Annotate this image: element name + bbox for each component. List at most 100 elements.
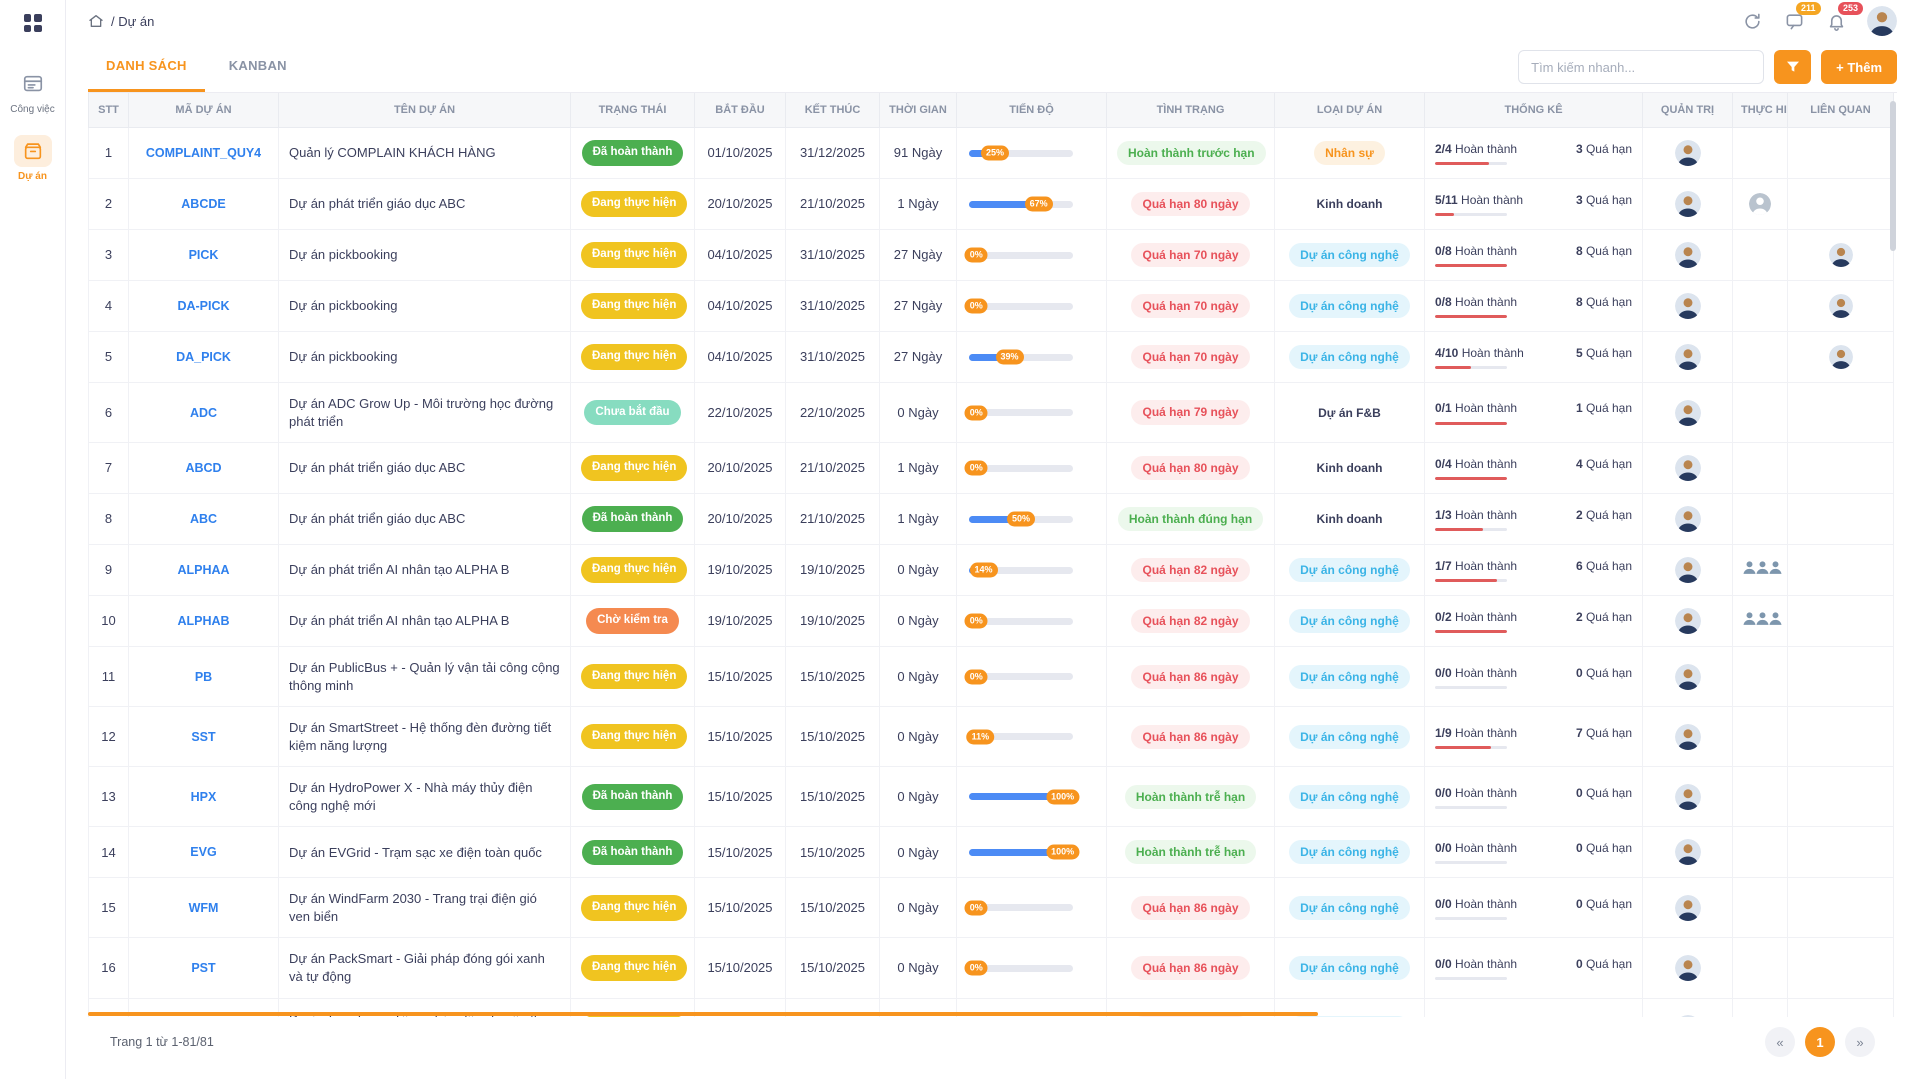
condition-badge: Quá hạn 80 ngày	[1131, 456, 1249, 480]
column-header[interactable]: MÃ DỰ ÁN	[129, 93, 279, 128]
cell-project-name: Dự án PublicBus + - Quản lý vận tải công…	[279, 647, 571, 707]
column-header[interactable]: LIÊN QUAN	[1788, 93, 1894, 128]
tab-bar: DANH SÁCH KANBAN + Thêm	[88, 42, 1897, 92]
cell-start-date: 15/10/2025	[695, 707, 786, 767]
column-header[interactable]: TRẠNG THÁI	[571, 93, 695, 128]
table-row[interactable]: 8ABCDự án phát triển giáo dục ABCĐã hoàn…	[89, 494, 1894, 545]
stats-progress-bar	[1435, 746, 1507, 749]
condition-badge: Quá hạn 79 ngày	[1131, 400, 1249, 424]
refresh-icon[interactable]	[1741, 10, 1763, 32]
cell-start-date: 20/10/2025	[695, 179, 786, 230]
column-header[interactable]: TÌNH TRẠNG	[1107, 93, 1275, 128]
home-icon[interactable]	[88, 13, 104, 29]
condition-badge: Hoàn thành đúng hạn	[1118, 507, 1263, 531]
table-row[interactable]: 6ADCDự án ADC Grow Up - Môi trường học đ…	[89, 383, 1894, 443]
tab-kanban[interactable]: KANBAN	[211, 42, 305, 92]
table-row[interactable]: 4DA-PICKDự án pickbookingĐang thực hiện0…	[89, 281, 1894, 332]
project-code-link[interactable]: PST	[191, 961, 215, 975]
cell-project-name: Quản lý COMPLAIN KHÁCH HÀNG	[279, 128, 571, 179]
column-header[interactable]: QUẢN TRỊ	[1643, 93, 1733, 128]
project-code-link[interactable]: PICK	[189, 248, 219, 262]
table-row[interactable]: 5DA_PICKDự án pickbookingĐang thực hiện0…	[89, 332, 1894, 383]
manager-avatar	[1675, 140, 1701, 166]
column-header[interactable]: STT	[89, 93, 129, 128]
table-row[interactable]: 7ABCDDự án phát triển giáo dục ABCĐang t…	[89, 443, 1894, 494]
cell-project-name: Dự án pickbooking	[279, 332, 571, 383]
project-code-link[interactable]: DA-PICK	[177, 299, 229, 313]
stats-overdue: 7 Quá hạn	[1576, 725, 1632, 741]
column-header[interactable]: THỜI GIAN	[880, 93, 957, 128]
project-code-link[interactable]: SST	[191, 730, 215, 744]
column-header[interactable]: BẮT ĐẦU	[695, 93, 786, 128]
project-code-link[interactable]: ALPHAB	[177, 614, 229, 628]
stats-overdue: 3 Quá hạn	[1576, 141, 1632, 157]
apps-grid-icon[interactable]	[24, 14, 42, 32]
project-code-link[interactable]: ADC	[190, 406, 217, 420]
table-row[interactable]: 16PSTDự án PackSmart - Giải pháp đóng gó…	[89, 938, 1894, 998]
stats-progress-bar	[1435, 917, 1507, 920]
progress-bar: 0%	[969, 252, 1073, 259]
add-button[interactable]: + Thêm	[1821, 50, 1897, 84]
project-code-link[interactable]: WFM	[189, 901, 219, 915]
project-code-link[interactable]: ABCDE	[181, 197, 225, 211]
executor-group-icon	[1743, 610, 1782, 627]
progress-bar: 0%	[969, 965, 1073, 972]
cell-end-date: 15/10/2025	[786, 938, 880, 998]
projects-table: STTMÃ DỰ ÁNTÊN DỰ ÁNTRẠNG THÁIBẮT ĐẦUKẾT…	[88, 93, 1894, 1017]
cell-end-date: 31/10/2025	[786, 332, 880, 383]
status-badge: Đang thực hiện	[581, 344, 687, 370]
table-row[interactable]: 13HPXDự án HydroPower X - Nhà máy thủy đ…	[89, 767, 1894, 827]
project-code-link[interactable]: EVG	[190, 845, 216, 859]
project-code-link[interactable]: HPX	[191, 790, 217, 804]
notification-bell-icon[interactable]: 253	[1825, 10, 1847, 32]
tab-danh-sach[interactable]: DANH SÁCH	[88, 42, 205, 92]
message-icon[interactable]: 211	[1783, 10, 1805, 32]
project-code-link[interactable]: DA_PICK	[176, 350, 231, 364]
cell-stt: 1	[89, 128, 129, 179]
stats-done: 0/0 Hoàn thành	[1435, 840, 1517, 856]
cell-end-date: 21/10/2025	[786, 494, 880, 545]
project-code-link[interactable]: ALPHAA	[177, 563, 229, 577]
project-code-link[interactable]: COMPLAINT_QUY4	[146, 146, 261, 160]
column-header[interactable]: TIẾN ĐỘ	[957, 93, 1107, 128]
table-row[interactable]: 9ALPHAADự án phát triển AI nhân tạo ALPH…	[89, 545, 1894, 596]
table-row[interactable]: 3PICKDự án pickbookingĐang thực hiện04/1…	[89, 230, 1894, 281]
prev-page-button[interactable]: «	[1765, 1027, 1795, 1057]
user-avatar[interactable]	[1867, 6, 1897, 36]
progress-bar: 0%	[969, 303, 1073, 310]
project-code-link[interactable]: ABCD	[185, 461, 221, 475]
stats-overdue: 2 Quá hạn	[1576, 507, 1632, 523]
search-input[interactable]	[1518, 50, 1764, 84]
cell-stt: 3	[89, 230, 129, 281]
sidebar-item-du-an[interactable]: Dự án	[0, 135, 65, 182]
table-row[interactable]: 14EVGDự án EVGrid - Trạm sạc xe điện toà…	[89, 827, 1894, 878]
sidebar-item-cong-viec[interactable]: Công việc	[0, 68, 65, 115]
next-page-button[interactable]: »	[1845, 1027, 1875, 1057]
page-1-button[interactable]: 1	[1805, 1027, 1835, 1057]
progress-bar: 14%	[969, 567, 1073, 574]
column-header[interactable]: TÊN DỰ ÁN	[279, 93, 571, 128]
project-code-link[interactable]: PB	[195, 670, 212, 684]
table-row[interactable]: 10ALPHABDự án phát triển AI nhân tạo ALP…	[89, 596, 1894, 647]
manager-avatar	[1675, 293, 1701, 319]
horizontal-scrollbar[interactable]	[88, 1012, 1318, 1016]
vertical-scrollbar[interactable]	[1890, 101, 1896, 251]
manager-avatar	[1675, 191, 1701, 217]
column-header[interactable]: THỰC HIỆN	[1733, 93, 1788, 128]
cell-duration: 0 Ngày	[880, 647, 957, 707]
status-badge: Đang thực hiện	[581, 242, 687, 268]
sidebar-item-label: Dự án	[18, 171, 47, 182]
table-row[interactable]: 11PBDự án PublicBus + - Quản lý vận tải …	[89, 647, 1894, 707]
stats-overdue: 8 Quá hạn	[1576, 243, 1632, 259]
column-header[interactable]: LOẠI DỰ ÁN	[1275, 93, 1425, 128]
column-header[interactable]: THỐNG KÊ	[1425, 93, 1643, 128]
column-header[interactable]: KẾT THÚC	[786, 93, 880, 128]
table-row[interactable]: 2ABCDEDự án phát triển giáo dục ABCĐang …	[89, 179, 1894, 230]
table-row[interactable]: 1 COMPLAINT_QUY4 Quản lý COMPLAIN KHÁCH HÀ…	[89, 128, 1894, 179]
cell-stt: 15	[89, 878, 129, 938]
filter-button[interactable]	[1774, 50, 1811, 84]
project-code-link[interactable]: ABC	[190, 512, 217, 526]
stats-done: 0/0 Hoàn thành	[1435, 956, 1517, 972]
table-row[interactable]: 12SSTDự án SmartStreet - Hệ thống đèn đư…	[89, 707, 1894, 767]
table-row[interactable]: 15WFMDự án WindFarm 2030 - Trang trại đi…	[89, 878, 1894, 938]
